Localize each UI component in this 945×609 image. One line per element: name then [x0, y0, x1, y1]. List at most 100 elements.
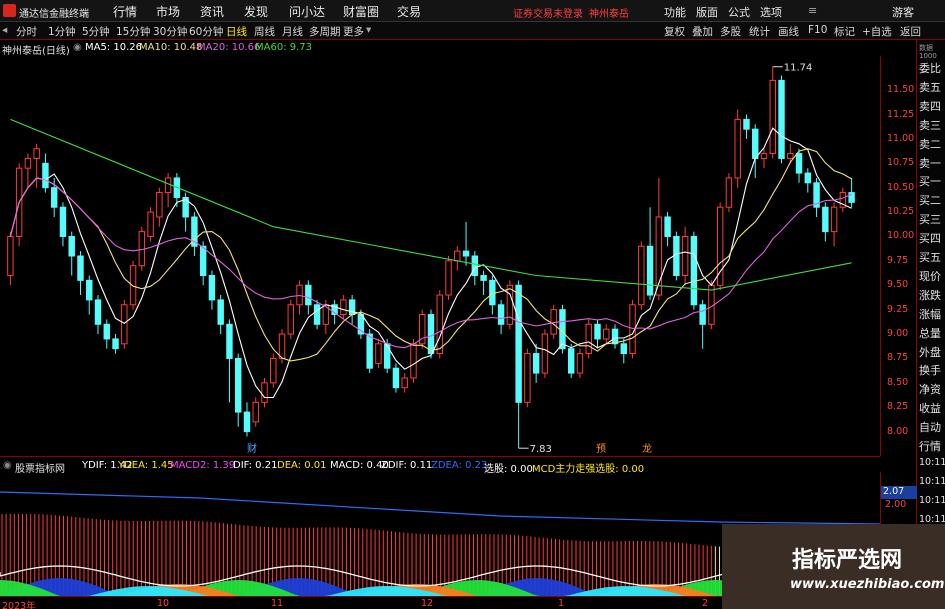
candle — [243, 411, 251, 433]
candle — [559, 309, 566, 350]
menu-item-banmian[interactable]: 版面 — [696, 4, 718, 20]
login-status[interactable]: 证券交易未登录 — [513, 5, 583, 20]
candle — [462, 250, 470, 257]
side-panel-item[interactable]: 买五 — [919, 249, 941, 265]
candle — [252, 401, 259, 423]
side-panel-item[interactable]: 卖三 — [919, 117, 941, 133]
side-panel-item[interactable]: 买三 — [919, 211, 941, 227]
side-panel-item[interactable]: 换手 — [919, 362, 941, 378]
side-panel-item[interactable]: 外盘 — [919, 344, 941, 360]
side-panel-item[interactable]: 10:11 — [919, 514, 945, 525]
candle — [795, 153, 803, 174]
side-panel-item[interactable]: 总量 — [919, 325, 941, 341]
tool-tongji[interactable]: 统计 — [749, 24, 770, 39]
candle — [778, 79, 785, 159]
candle — [226, 323, 233, 359]
menu-item-xuanxiang[interactable]: 选项 — [760, 4, 782, 20]
tab-period-weekly[interactable]: 周线 — [254, 24, 275, 39]
event-mark: 财 — [247, 442, 257, 455]
tab-period-daily[interactable]: 日线 — [226, 24, 247, 39]
menu-item-zixun[interactable]: 资讯 — [200, 3, 224, 20]
toolbar-back-icon[interactable]: ◂ — [2, 24, 7, 36]
candle — [576, 353, 584, 374]
side-panel-item[interactable]: 净资 — [919, 381, 941, 397]
high-price-label: 11.74 — [784, 63, 813, 74]
side-panel-item[interactable]: 涨跌 — [919, 287, 941, 303]
candle — [664, 216, 671, 237]
price-tick: 10.00 — [887, 230, 915, 242]
tab-period-1min[interactable]: 1分钟 — [48, 24, 76, 39]
candle — [497, 304, 505, 325]
tool-duogu[interactable]: 多股 — [720, 24, 741, 39]
zdea-line — [0, 491, 880, 525]
candlestick-chart[interactable]: 11.74 7.83 财 预 龙 — [0, 56, 880, 456]
side-panel-item[interactable]: 现价 — [919, 268, 941, 284]
date-label: 11 — [271, 598, 284, 609]
candle — [129, 265, 137, 306]
candle — [480, 275, 487, 281]
indicator-value: ZDIF: 0.11 — [381, 460, 433, 471]
ma10-value: MA10: 10.48 — [139, 42, 203, 53]
price-tick: 10.25 — [887, 206, 915, 218]
watermark-banner: 指标严选网 www.xuezhibiao.com — [722, 524, 945, 609]
watermark-title: 指标严选网 — [792, 548, 903, 573]
candle — [103, 323, 110, 340]
tab-period-fenshi[interactable]: 分时 — [16, 24, 37, 39]
candle — [50, 187, 58, 208]
price-tick: 10.50 — [887, 181, 915, 193]
guest-button[interactable]: 游客 — [892, 4, 914, 20]
side-panel-item[interactable]: 买四 — [919, 230, 941, 246]
side-panel-header: 数据 1000 — [919, 44, 937, 60]
tab-period-30min[interactable]: 30分钟 — [153, 24, 187, 39]
tab-period-15min[interactable]: 15分钟 — [116, 24, 150, 39]
candle — [261, 382, 268, 403]
side-panel-item[interactable]: 10:11 — [919, 495, 945, 506]
tool-fuquan[interactable]: 复权 — [664, 24, 685, 39]
menu-item-shichang[interactable]: 市场 — [156, 3, 180, 20]
side-panel-item[interactable]: 委比 — [919, 60, 941, 76]
tab-period-multi[interactable]: 多周期 — [309, 24, 341, 39]
menu-item-gongshi[interactable]: 公式 — [728, 4, 750, 20]
tool-return[interactable]: 返回 — [900, 24, 921, 39]
tab-period-60min[interactable]: 60分钟 — [189, 24, 223, 39]
ma60-value: MA60: 9.73 — [255, 42, 313, 53]
price-axis: 11.50 11.25 11.00 10.75 10.50 10.25 10.00 9.75 9… — [880, 56, 916, 456]
candle — [787, 153, 794, 159]
settings-icon[interactable]: ◉ — [73, 42, 82, 53]
tool-add-watchlist[interactable]: +自选 — [862, 24, 892, 39]
side-panel-item[interactable]: 收益 — [919, 400, 941, 416]
side-panel-item[interactable]: 买二 — [919, 192, 941, 208]
side-panel-item[interactable]: 行情 — [919, 438, 941, 454]
candle — [760, 153, 768, 159]
app-logo-icon — [3, 4, 16, 17]
side-panel-item[interactable]: 卖五 — [919, 79, 941, 95]
menu-item-jiaoyi[interactable]: 交易 — [397, 3, 421, 20]
side-panel-item[interactable]: 自动 — [919, 419, 941, 435]
candle — [199, 245, 207, 277]
side-panel-item[interactable]: 10:11 — [919, 457, 945, 468]
indicator-settings-icon[interactable]: ◉ — [3, 460, 12, 471]
side-panel-item[interactable]: 卖二 — [919, 136, 941, 152]
menu-item-hangqing[interactable]: 行情 — [113, 3, 137, 20]
menu-item-wenxiaoda[interactable]: 问小达 — [289, 3, 325, 20]
tab-period-5min[interactable]: 5分钟 — [82, 24, 110, 39]
side-panel-item[interactable]: 10:11 — [919, 476, 945, 487]
tool-huaxian[interactable]: 画线 — [778, 24, 799, 39]
menu-item-gongneng[interactable]: 功能 — [664, 4, 686, 20]
candle — [532, 353, 540, 374]
tab-period-monthly[interactable]: 月线 — [282, 24, 303, 39]
side-panel-item[interactable]: 卖一 — [919, 155, 941, 171]
menu-item-faxian[interactable]: 发现 — [244, 3, 268, 20]
tool-biaoji[interactable]: 标记 — [834, 24, 855, 39]
tab-period-more[interactable]: 更多 — [343, 24, 364, 39]
candle — [392, 367, 400, 389]
tool-diejia[interactable]: 叠加 — [692, 24, 713, 39]
side-panel-item[interactable]: 涨幅 — [919, 306, 941, 322]
side-panel-item[interactable]: 买一 — [919, 173, 941, 189]
chevron-down-icon[interactable]: ▾ — [366, 24, 371, 36]
tool-f10[interactable]: F10 — [808, 24, 827, 36]
side-panel-item[interactable]: 卖四 — [919, 98, 941, 114]
menu-icon[interactable]: ≡ — [808, 4, 817, 17]
candle — [454, 250, 461, 262]
menu-item-caifuquan[interactable]: 财富圈 — [343, 3, 379, 20]
